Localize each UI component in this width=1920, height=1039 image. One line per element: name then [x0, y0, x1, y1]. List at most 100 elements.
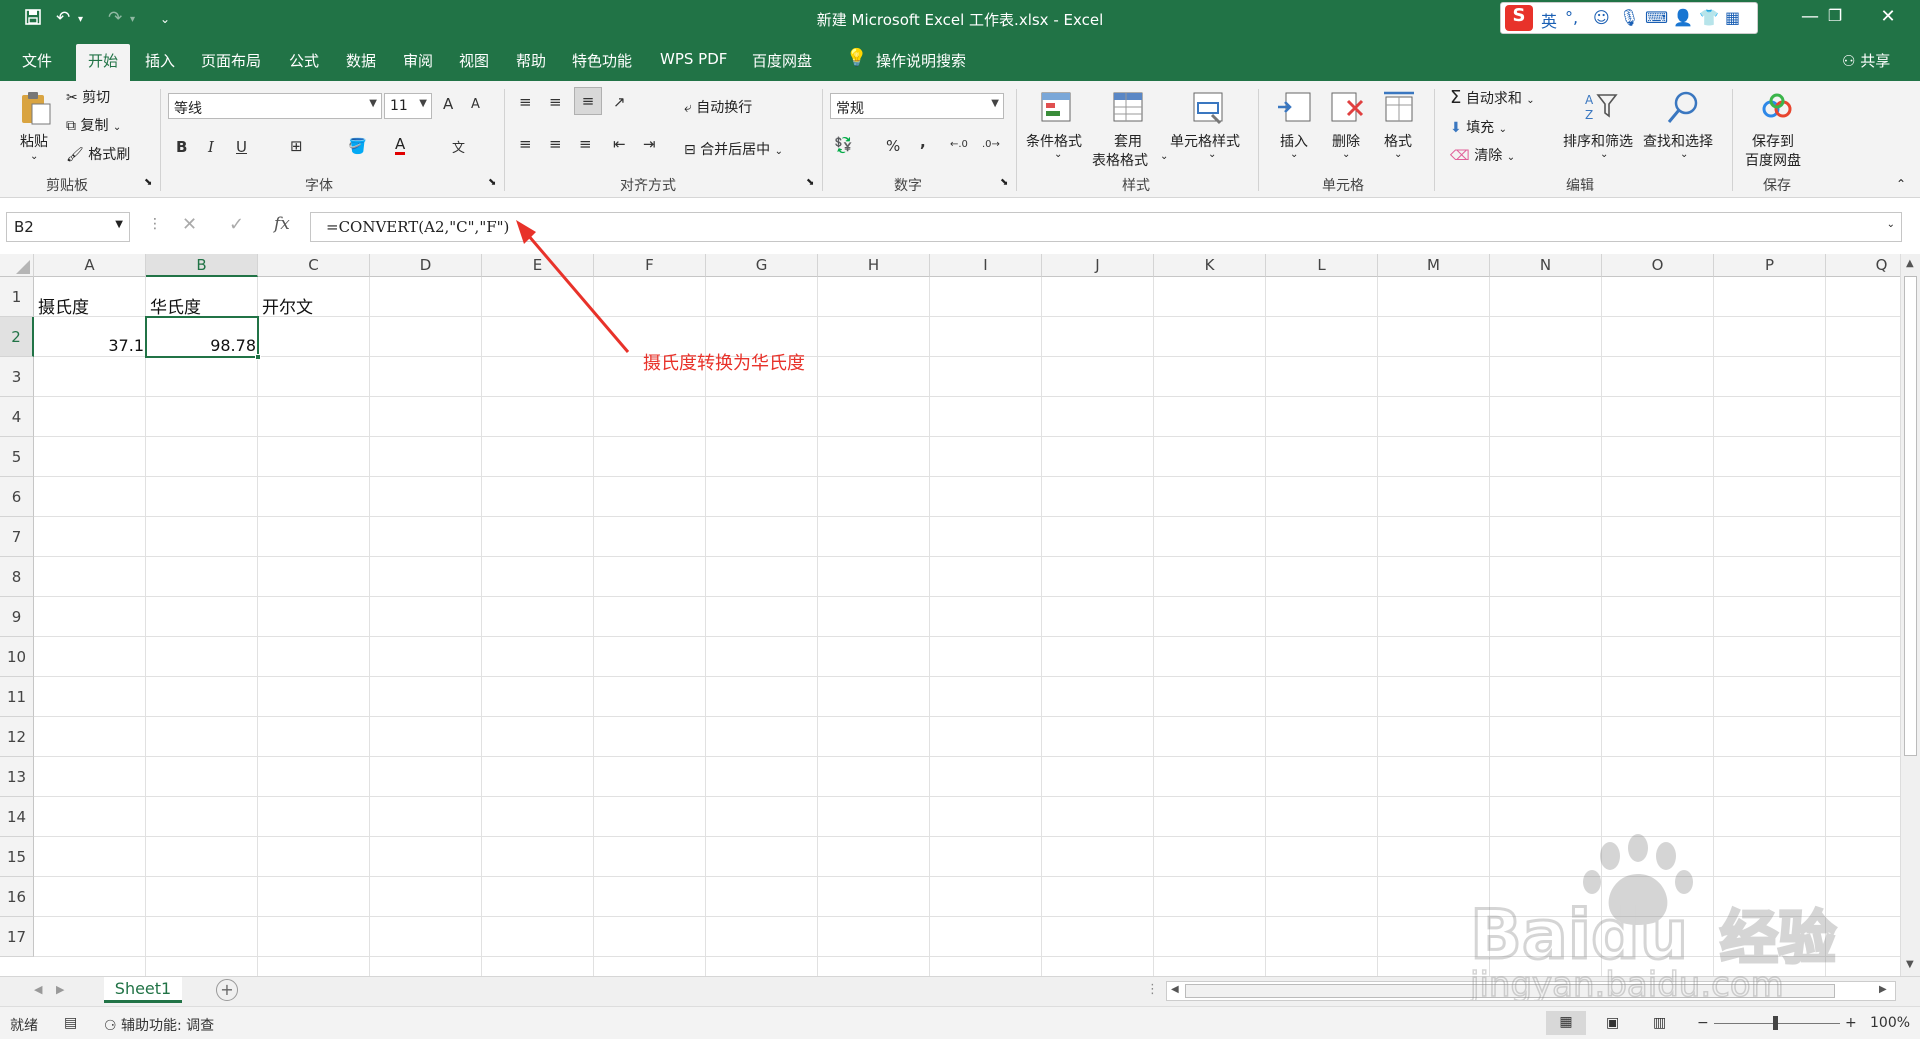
align-center-icon[interactable]: ≡: [549, 135, 562, 153]
zoom-level[interactable]: 100%: [1870, 1015, 1910, 1031]
save-to-netdisk-button[interactable]: 保存到: [1752, 131, 1794, 151]
format-as-table-button[interactable]: 套用: [1114, 131, 1142, 151]
font-name-combo[interactable]: 等线 ▼: [168, 93, 382, 119]
sort-filter-icon[interactable]: AZ: [1582, 89, 1620, 127]
insert-cells-button[interactable]: 插入: [1280, 131, 1308, 151]
insert-function-button[interactable]: fx: [274, 214, 290, 234]
phonetic-button[interactable]: 文: [452, 137, 465, 156]
align-top-icon[interactable]: ≡: [519, 93, 532, 111]
delete-cells-button[interactable]: 删除: [1332, 131, 1360, 151]
paste-icon[interactable]: [16, 89, 54, 127]
column-header-m[interactable]: M: [1378, 254, 1490, 277]
column-header-a[interactable]: A: [34, 254, 146, 277]
magnifier-icon[interactable]: [1664, 89, 1702, 127]
row-header-15[interactable]: 15: [0, 837, 34, 877]
normal-view-icon[interactable]: ▦: [1546, 1011, 1586, 1035]
column-header-b[interactable]: B: [146, 254, 258, 277]
clipboard-launcher-icon[interactable]: ⬊: [144, 177, 152, 188]
add-sheet-icon[interactable]: +: [216, 979, 238, 1001]
ime-toolbar[interactable]: S 英 °, ☺ 🎙 ⌨ 👤 👕 ▦: [1500, 2, 1758, 34]
format-as-table-icon[interactable]: [1110, 89, 1148, 127]
row-header-5[interactable]: 5: [0, 437, 34, 477]
increase-indent-icon[interactable]: ⇥: [643, 135, 656, 153]
baidu-netdisk-icon[interactable]: [1758, 89, 1796, 127]
paste-button[interactable]: 粘贴: [20, 131, 48, 151]
accessibility-status[interactable]: ⚆ 辅助功能: 调查: [104, 1015, 214, 1035]
cell-c1[interactable]: 开尔文: [262, 293, 313, 318]
shrink-font-button[interactable]: A: [471, 97, 480, 112]
tab-help[interactable]: 帮助: [516, 50, 546, 71]
vertical-scrollbar[interactable]: ▲ ▼: [1900, 254, 1920, 977]
confirm-entry-icon[interactable]: ✓: [229, 214, 244, 235]
cell-styles-button[interactable]: 单元格样式: [1170, 131, 1240, 151]
column-header-c[interactable]: C: [258, 254, 370, 277]
row-header-17[interactable]: 17: [0, 917, 34, 957]
row-header-6[interactable]: 6: [0, 477, 34, 517]
collapse-ribbon-icon[interactable]: ⌃: [1896, 177, 1906, 191]
autosum-button[interactable]: Σ 自动求和 ⌄: [1450, 87, 1535, 108]
row-header-13[interactable]: 13: [0, 757, 34, 797]
paste-dropdown-icon[interactable]: ⌄: [30, 151, 38, 162]
merge-center-button[interactable]: ⊟ 合并后居中 ⌄: [684, 139, 783, 159]
keyboard-icon[interactable]: ⌨: [1645, 8, 1668, 27]
scroll-down-icon[interactable]: ▼: [1906, 959, 1914, 970]
name-box[interactable]: B2 ▼: [6, 212, 130, 242]
lightbulb-icon[interactable]: 💡: [846, 48, 867, 68]
accounting-format-icon[interactable]: 💱: [834, 136, 853, 154]
row-header-14[interactable]: 14: [0, 797, 34, 837]
grow-font-button[interactable]: A: [443, 95, 453, 113]
cell-a1[interactable]: 摄氏度: [38, 293, 89, 318]
scroll-up-icon[interactable]: ▲: [1906, 258, 1914, 269]
row-header-12[interactable]: 12: [0, 717, 34, 757]
row-header-1[interactable]: 1: [0, 277, 34, 317]
column-header-l[interactable]: L: [1266, 254, 1378, 277]
comma-button[interactable]: ,: [920, 133, 926, 151]
row-header-4[interactable]: 4: [0, 397, 34, 437]
underline-button[interactable]: U: [236, 138, 247, 156]
microphone-icon[interactable]: 🎙: [1619, 8, 1639, 27]
cell-styles-icon[interactable]: [1190, 89, 1228, 127]
fill-color-icon[interactable]: 🪣: [348, 137, 367, 155]
copy-button[interactable]: ⧉ 复制 ⌄: [66, 115, 121, 135]
zoom-out-button[interactable]: −: [1697, 1015, 1709, 1031]
tab-special-features[interactable]: 特色功能: [572, 50, 632, 71]
decrease-indent-icon[interactable]: ⇤: [613, 135, 626, 153]
fill-handle[interactable]: [255, 354, 261, 360]
emoji-icon[interactable]: ☺: [1593, 8, 1610, 27]
format-cells-icon[interactable]: [1380, 89, 1418, 127]
skin-icon[interactable]: 👕: [1699, 8, 1719, 27]
tab-baidu-netdisk[interactable]: 百度网盘: [752, 50, 812, 71]
conditional-format-button[interactable]: 条件格式: [1026, 131, 1082, 151]
column-header-i[interactable]: I: [930, 254, 1042, 277]
prev-sheet-icon[interactable]: ◀: [34, 983, 42, 996]
tab-review[interactable]: 审阅: [403, 50, 433, 71]
font-launcher-icon[interactable]: ⬊: [488, 177, 496, 188]
page-break-view-icon[interactable]: ▥: [1653, 1015, 1666, 1031]
decrease-decimal-icon[interactable]: .0→: [982, 139, 1000, 150]
font-color-button[interactable]: A: [395, 136, 406, 155]
insert-cells-icon[interactable]: [1276, 89, 1314, 127]
row-header-11[interactable]: 11: [0, 677, 34, 717]
row-header-3[interactable]: 3: [0, 357, 34, 397]
align-left-icon[interactable]: ≡: [519, 135, 532, 153]
column-header-q[interactable]: Q: [1826, 254, 1900, 277]
cell-a2[interactable]: 37.1: [34, 336, 144, 355]
next-sheet-icon[interactable]: ▶: [56, 983, 64, 996]
tab-data[interactable]: 数据: [346, 50, 376, 71]
italic-button[interactable]: I: [208, 138, 214, 156]
zoom-in-button[interactable]: +: [1845, 1015, 1857, 1031]
ime-punct[interactable]: °,: [1565, 8, 1578, 27]
row-header-7[interactable]: 7: [0, 517, 34, 557]
fill-button[interactable]: ⬇ 填充 ⌄: [1450, 117, 1507, 137]
column-header-n[interactable]: N: [1490, 254, 1602, 277]
clear-button[interactable]: ⌫ 清除 ⌄: [1450, 145, 1515, 165]
scroll-left-icon[interactable]: ◀: [1171, 984, 1179, 995]
tab-file[interactable]: 文件: [22, 50, 52, 71]
row-header-9[interactable]: 9: [0, 597, 34, 637]
restore-button[interactable]: ❐: [1815, 6, 1855, 25]
splitter-dots-icon[interactable]: ⋮: [1146, 982, 1159, 997]
user-icon[interactable]: 👤: [1673, 8, 1693, 27]
select-all-corner[interactable]: [0, 254, 34, 277]
expand-formula-icon[interactable]: ⌄: [1887, 219, 1895, 230]
column-header-o[interactable]: O: [1602, 254, 1714, 277]
